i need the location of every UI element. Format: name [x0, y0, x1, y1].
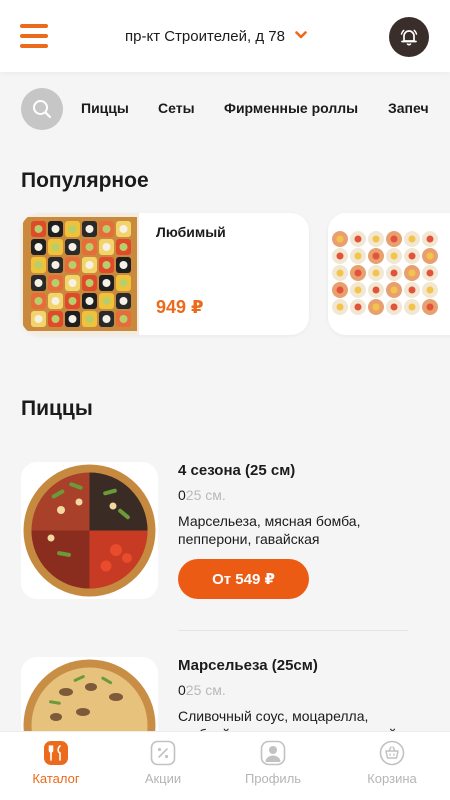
menu-icon[interactable]	[20, 24, 48, 50]
category-sets[interactable]: Сеты	[158, 100, 195, 116]
basket-icon	[379, 740, 405, 766]
sushi-set-image	[328, 213, 446, 335]
percent-icon	[150, 740, 176, 766]
tab-cart[interactable]: Корзина	[347, 740, 437, 786]
tab-promotions[interactable]: Акции	[118, 740, 208, 786]
bottom-tab-bar: Каталог Акции Профиль Корзина	[0, 731, 450, 800]
header: пр-кт Строителей, д 78	[0, 0, 450, 72]
popular-card[interactable]: Любимый 949 ₽	[21, 213, 309, 335]
tab-label: Акции	[144, 771, 182, 786]
product-weight: 025 см.	[178, 682, 226, 698]
popular-item-price: 949 ₽	[156, 297, 204, 317]
category-pizzas[interactable]: Пиццы	[81, 100, 129, 116]
product-description: Сливочный соус, моцарелла, грибной жулье…	[178, 708, 396, 731]
section-title-popular: Популярное	[21, 169, 149, 192]
notifications-button[interactable]	[389, 17, 429, 57]
category-baked[interactable]: Запеч	[388, 100, 429, 116]
divider	[178, 630, 408, 631]
tab-catalog[interactable]: Каталог	[11, 740, 101, 786]
product-name: Марсельеза (25см)	[178, 657, 318, 674]
add-to-cart-button[interactable]: От 549 ₽	[178, 559, 309, 599]
address-label: пр-кт Строителей, д 78	[125, 28, 285, 45]
sushi-set-image	[21, 213, 139, 335]
chevron-down-icon	[295, 30, 307, 38]
product-weight: 025 см.	[178, 487, 226, 503]
popular-card[interactable]	[328, 213, 450, 335]
product-description: Марсельеза, мясная бомба, пепперони, гав…	[178, 513, 361, 547]
tab-profile[interactable]: Профиль	[228, 740, 318, 786]
section-title-pizzas: Пиццы	[21, 397, 93, 420]
category-signature-rolls[interactable]: Фирменные роллы	[224, 100, 358, 116]
profile-icon	[260, 740, 286, 766]
search-icon	[33, 100, 52, 119]
tab-label: Профиль	[244, 771, 302, 786]
popular-item-name: Любимый	[156, 224, 226, 240]
category-bar: Пиццы Сеты Фирменные роллы Запеч	[0, 88, 450, 130]
tab-label: Каталог	[32, 771, 80, 786]
search-button[interactable]	[21, 88, 63, 130]
pizza-image[interactable]	[21, 462, 158, 599]
tab-label: Корзина	[367, 771, 417, 786]
product-name: 4 сезона (25 см)	[178, 462, 296, 479]
address-selector[interactable]: пр-кт Строителей, д 78	[125, 28, 307, 45]
pizza-four-seasons-image	[23, 464, 156, 597]
bell-icon	[400, 29, 418, 46]
fork-knife-icon	[44, 741, 68, 765]
